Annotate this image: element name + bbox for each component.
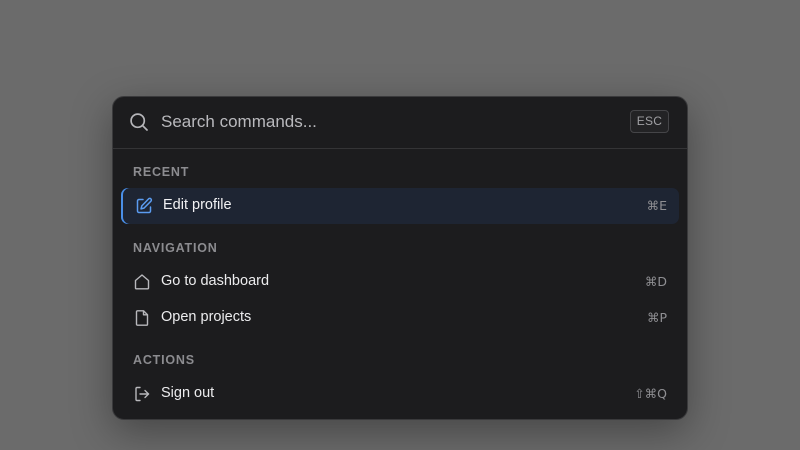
command-label: Edit profile: [163, 197, 232, 213]
command-item-edit-profile[interactable]: Edit profile ⌘E: [121, 188, 679, 224]
command-item-open-projects[interactable]: Open projects ⌘P: [121, 300, 679, 336]
command-label: Go to dashboard: [161, 273, 270, 289]
command-label: Open projects: [161, 309, 252, 325]
search-bar: ESC: [113, 97, 687, 149]
command-label: Sign out: [161, 385, 215, 401]
command-item-go-to-dashboard[interactable]: Go to dashboard ⌘D: [121, 264, 679, 300]
sign-out-icon: [133, 385, 151, 403]
shortcut-hint: ⇧⌘Q: [634, 386, 667, 401]
search-input[interactable]: [161, 110, 601, 134]
shortcut-hint: ⌘E: [646, 198, 667, 213]
section-label-actions: ACTIONS: [133, 353, 195, 367]
shortcut-hint: ⌘D: [644, 274, 667, 289]
section-label-recent: RECENT: [133, 165, 190, 179]
file-icon: [133, 309, 151, 327]
shortcut-hint: ⌘P: [646, 310, 667, 325]
search-icon: [129, 112, 149, 132]
pencil-square-icon: [135, 197, 153, 215]
escape-key-badge[interactable]: ESC: [630, 110, 669, 133]
command-palette: ESC RECENT Edit profile ⌘E NAVIGATION Go…: [112, 96, 688, 420]
command-item-sign-out[interactable]: Sign out ⇧⌘Q: [121, 376, 679, 412]
section-label-navigation: NAVIGATION: [133, 241, 218, 255]
home-icon: [133, 273, 151, 291]
